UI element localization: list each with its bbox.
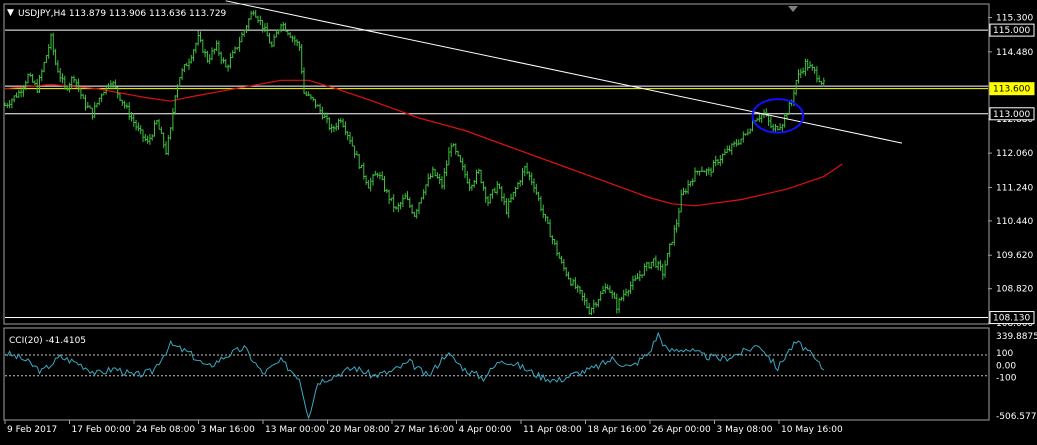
cci-tick-label: 0.00 bbox=[996, 361, 1016, 371]
time-tick-label: 3 Mar 16:00 bbox=[201, 425, 256, 435]
symbol-header: USDJPY,H4 113.879 113.906 113.636 113.72… bbox=[18, 9, 227, 19]
time-tick-label: 3 May 08:00 bbox=[717, 425, 773, 435]
time-tick-label: 27 Mar 16:00 bbox=[394, 425, 454, 435]
price-tick-label: 115.300 bbox=[996, 14, 1033, 24]
price-level-label: 113.000 bbox=[993, 110, 1030, 120]
dropdown-icon[interactable]: ▼ bbox=[7, 8, 14, 18]
moving-average-line bbox=[4, 79, 843, 207]
chart-window[interactable]: 115.300114.480113.660112.880112.060111.2… bbox=[0, 0, 1037, 441]
time-tick-label: 20 Mar 08:00 bbox=[330, 425, 390, 435]
time-tick-label: 10 May 16:00 bbox=[781, 425, 843, 435]
chart-shift-marker-icon[interactable] bbox=[788, 6, 798, 12]
price-level-label: 113.600 bbox=[993, 85, 1030, 95]
time-tick-label: 11 Apr 08:00 bbox=[523, 425, 582, 435]
time-tick-label: 24 Feb 08:00 bbox=[136, 425, 195, 435]
cci-tick-label: 100 bbox=[996, 349, 1013, 359]
price-tick-label: 110.440 bbox=[996, 217, 1033, 227]
time-tick-label: 26 Apr 00:00 bbox=[652, 425, 711, 435]
price-tick-label: 109.620 bbox=[996, 251, 1033, 261]
price-level-label: 108.130 bbox=[993, 314, 1030, 324]
price-tick-label: 114.480 bbox=[996, 48, 1033, 58]
cci-tick-label: -100 bbox=[996, 374, 1017, 384]
time-tick-label: 4 Apr 00:00 bbox=[459, 425, 512, 435]
cci-tick-label: -506.5772 bbox=[996, 412, 1037, 422]
time-tick-label: 17 Feb 00:00 bbox=[72, 425, 131, 435]
price-tick-label: 112.060 bbox=[996, 149, 1033, 159]
cci-tick-label: 339.8875 bbox=[996, 332, 1037, 342]
cci-header: CCI(20) -41.4105 bbox=[9, 336, 86, 346]
time-tick-label: 9 Feb 2017 bbox=[7, 425, 57, 435]
time-tick-label: 18 Apr 16:00 bbox=[588, 425, 647, 435]
price-tick-label: 111.240 bbox=[996, 183, 1033, 193]
price-level-label: 115.000 bbox=[993, 26, 1030, 36]
price-tick-label: 108.820 bbox=[996, 285, 1033, 295]
chart-canvas[interactable]: 115.300114.480113.660112.880112.060111.2… bbox=[0, 0, 1037, 441]
time-tick-label: 13 Mar 00:00 bbox=[265, 425, 325, 435]
